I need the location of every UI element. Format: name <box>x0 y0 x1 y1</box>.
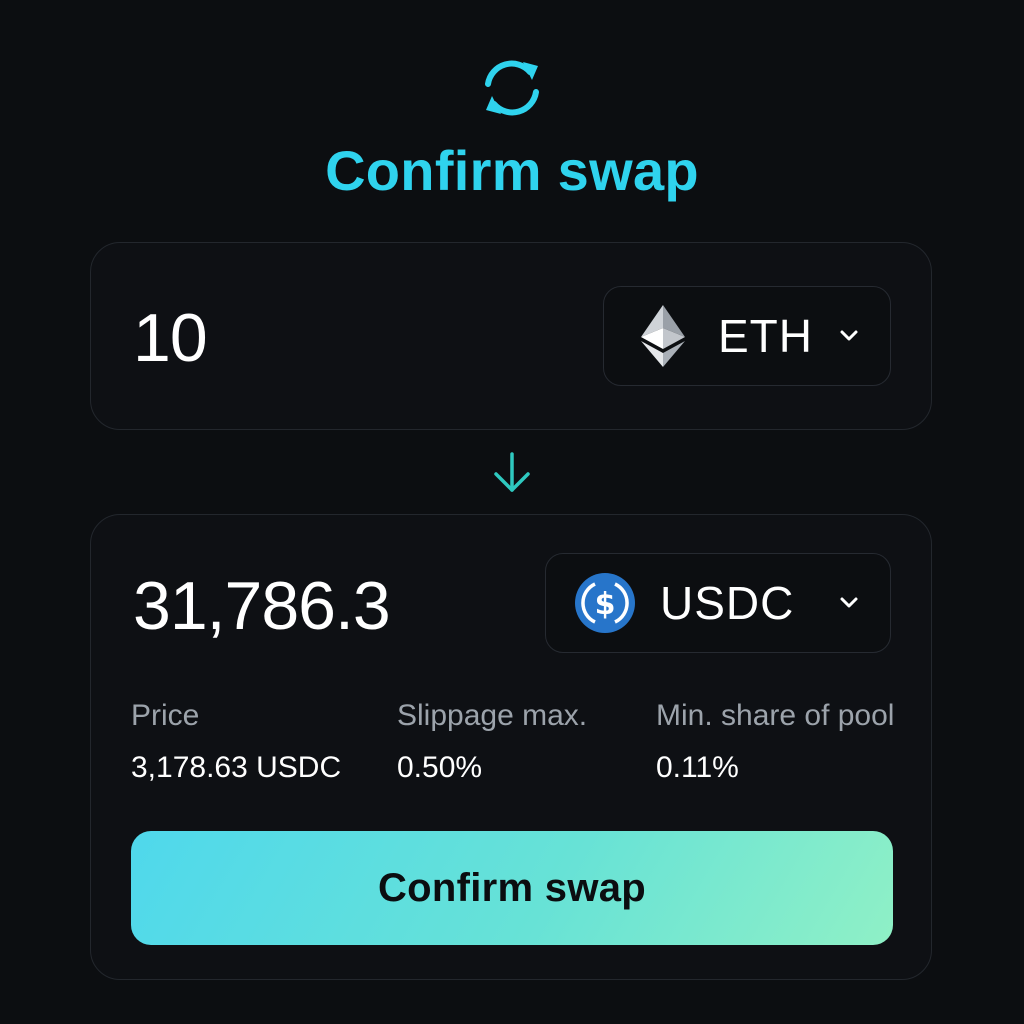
to-token-symbol: USDC <box>660 577 795 629</box>
usdc-icon: $ <box>574 572 636 634</box>
arrow-down-icon <box>494 452 530 492</box>
page-title: Confirm swap <box>325 139 699 202</box>
refresh-swap-icon <box>485 60 539 116</box>
from-token-selector[interactable]: ETH <box>603 286 891 386</box>
to-token-selector[interactable]: $ USDC <box>545 553 891 653</box>
detail-price: Price 3,178.63 USDC <box>131 699 341 785</box>
detail-slippage: Slippage max. 0.50% <box>397 699 587 785</box>
ethereum-icon <box>632 305 694 367</box>
from-amount-input[interactable]: 10 <box>133 299 208 377</box>
confirm-swap-button[interactable]: Confirm swap <box>131 831 893 945</box>
detail-value: 3,178.63 USDC <box>131 751 342 784</box>
swap-details: Price 3,178.63 USDC Slippage max. 0.50% … <box>131 699 921 789</box>
from-card: 10 ETH <box>90 242 932 430</box>
detail-label: Slippage max. <box>397 699 588 732</box>
detail-pool-share: Min. share of pool 0.11% <box>656 699 894 785</box>
to-card: 31,786.3 $ USDC Price 3,178.63 USDC Slip… <box>90 514 932 980</box>
to-amount: 31,786.3 <box>133 568 391 644</box>
detail-label: Min. share of pool <box>656 699 895 732</box>
chevron-down-icon <box>840 597 858 608</box>
detail-value: 0.11% <box>656 751 739 784</box>
detail-label: Price <box>131 699 200 732</box>
confirm-swap-screen: Confirm swap 10 ETH 31,786.3 $ USDC Pric… <box>0 0 1024 1024</box>
chevron-down-icon <box>840 330 858 341</box>
detail-value: 0.50% <box>397 751 483 784</box>
svg-text:$: $ <box>595 587 616 622</box>
from-token-symbol: ETH <box>718 310 813 362</box>
